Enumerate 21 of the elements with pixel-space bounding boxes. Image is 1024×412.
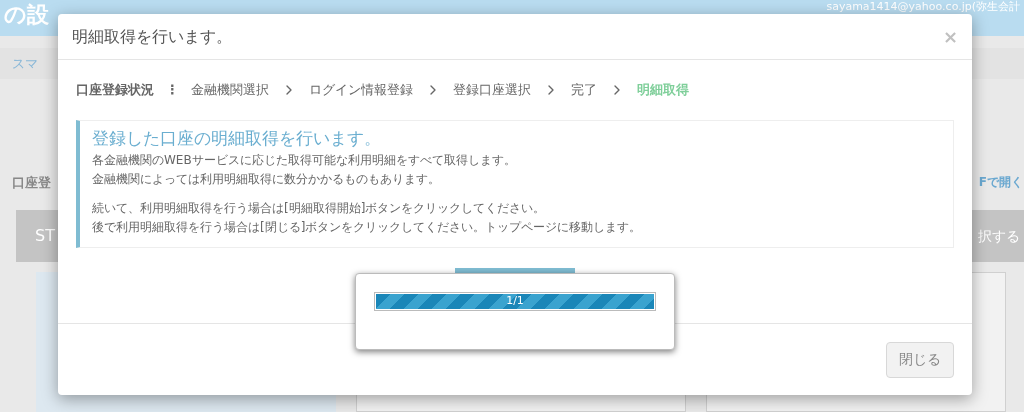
- step-label: 登録口座選択: [453, 81, 531, 100]
- banner-text: ST: [35, 225, 55, 247]
- steps-label: 口座登録状況: [76, 81, 154, 100]
- close-button[interactable]: ×: [942, 27, 958, 46]
- section-label: 口座登: [12, 173, 51, 192]
- breadcrumb-link[interactable]: スマ: [12, 53, 38, 74]
- close-dialog-button[interactable]: 閉じる: [886, 341, 954, 378]
- info-paragraph: 続いて、利用明細取得を行う場合は[明細取得開始]ボタンをクリックしてください。 後で利用明細取得を行う場合は[閉じる]ボタンをクリックしてください。トップページに移動します。: [92, 200, 643, 236]
- steps-separator: ⋮: [166, 81, 179, 100]
- step-label: 完了: [571, 81, 597, 100]
- pdf-link[interactable]: Fで開く: [978, 173, 1023, 192]
- step-label: 金融機関選択: [191, 81, 269, 100]
- info-paragraph: 各金融機関のWEBサービスに応じた取得可能な利用明細をすべて取得します。 金融機関によっては利用明細取得に数分かかるものもあります。: [92, 152, 517, 188]
- progress-reading: 1/1: [505, 293, 525, 310]
- step-label: 明細取得: [637, 81, 689, 100]
- page-title: の設: [4, 1, 49, 29]
- banner-text: 択する: [978, 226, 1020, 246]
- info-heading: 登録した口座の明細取得を行います。: [92, 127, 382, 150]
- user-account[interactable]: sayama1414@yahoo.co.jp(弥生会計: [826, 0, 1020, 14]
- step-label: ログイン情報登録: [309, 81, 413, 100]
- dialog-title: 明細取得を行います。: [72, 25, 232, 48]
